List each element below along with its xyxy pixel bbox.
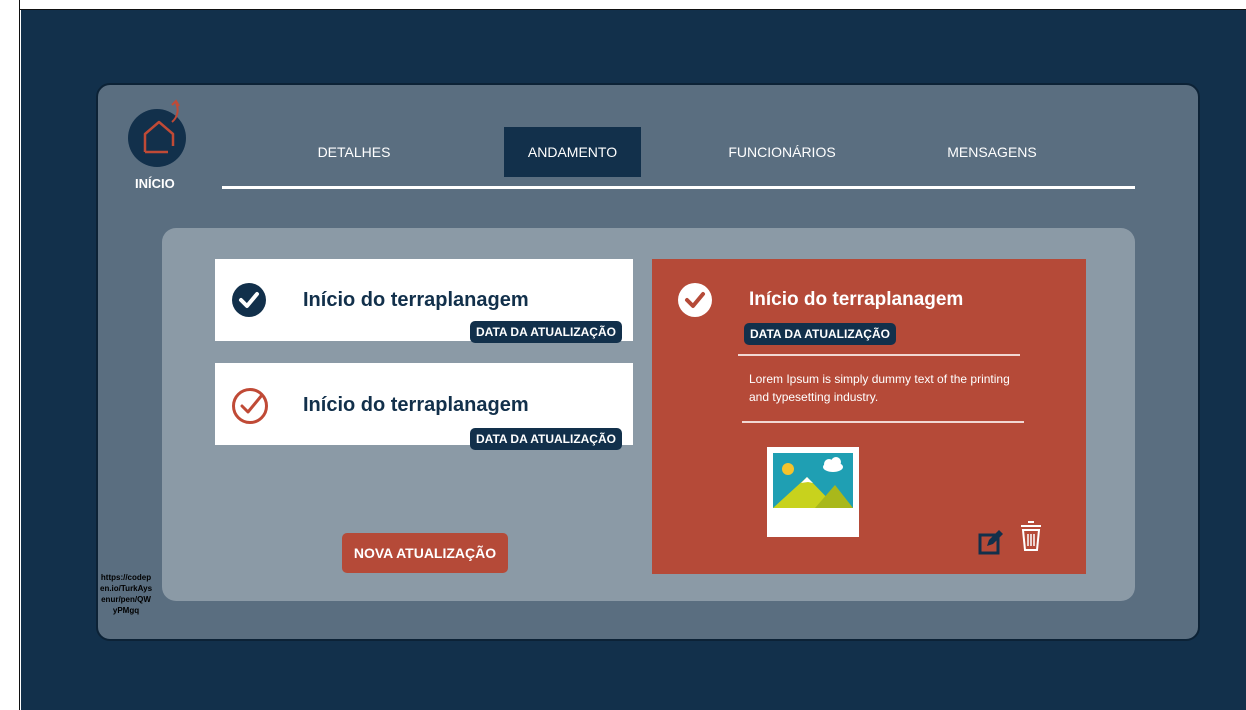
trash-icon[interactable] (1018, 519, 1044, 553)
update-date-badge: DATA DA ATUALIZAÇÃO (470, 321, 622, 343)
check-outline-icon (232, 388, 268, 424)
divider (742, 421, 1024, 423)
tab-underline (222, 186, 1135, 189)
landscape-image-icon (767, 447, 859, 537)
tab-andamento[interactable]: ANDAMENTO (504, 127, 641, 177)
update-card[interactable]: Início do terraplanagem DATA DA ATUALIZA… (215, 363, 633, 450)
house-icon (143, 99, 180, 154)
new-update-button[interactable]: NOVA ATUALIZAÇÃO (342, 533, 508, 573)
update-detail-card: Início do terraplanagem DATA DA ATUALIZA… (652, 259, 1086, 574)
update-date-badge: DATA DA ATUALIZAÇÃO (470, 428, 622, 450)
update-title: Início do terraplanagem (303, 289, 529, 311)
update-title: Início do terraplanagem (303, 394, 529, 416)
tab-mensagens[interactable]: MENSAGENS (922, 127, 1062, 177)
codepen-url[interactable]: https://codepen.io/TurkAysenur/pen/QWyPM… (100, 572, 152, 616)
detail-date-badge: DATA DA ATUALIZAÇÃO (744, 323, 896, 345)
edit-icon[interactable] (978, 529, 1004, 555)
home-logo-button[interactable] (128, 99, 186, 167)
app-window: INÍCIO DETALHES ANDAMENTO FUNCIONÁRIOS M… (96, 83, 1200, 641)
divider (738, 354, 1020, 356)
tab-bar: DETALHES ANDAMENTO FUNCIONÁRIOS MENSAGEN… (222, 127, 1135, 189)
top-border (20, 0, 1246, 10)
check-filled-icon (678, 283, 712, 317)
tab-detalhes[interactable]: DETALHES (294, 127, 414, 177)
left-border (0, 0, 20, 710)
update-card[interactable]: Início do terraplanagem DATA DA ATUALIZA… (215, 259, 633, 343)
detail-title: Início do terraplanagem (749, 289, 964, 310)
detail-description: Lorem Ipsum is simply dummy text of the … (749, 372, 1010, 404)
check-filled-icon (232, 283, 266, 317)
home-label[interactable]: INÍCIO (135, 176, 175, 191)
tab-funcionarios[interactable]: FUNCIONÁRIOS (712, 127, 852, 177)
progress-panel: Início do terraplanagem DATA DA ATUALIZA… (162, 228, 1135, 601)
